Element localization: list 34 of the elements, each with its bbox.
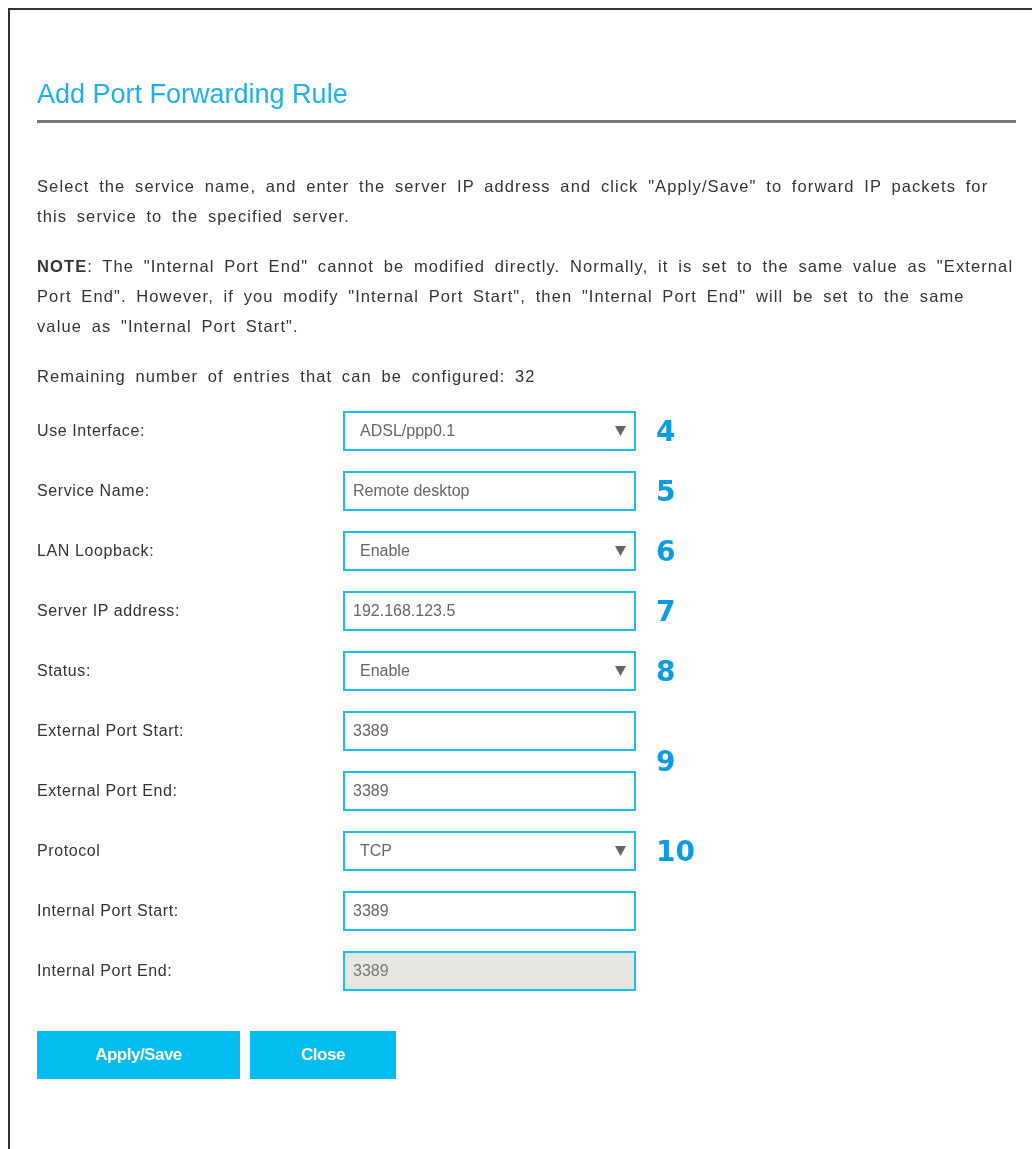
dropdown-arrow-icon (615, 666, 626, 676)
instruction-text: Select the service name, and enter the server IP address and click "Apply/Save" to forward IP packets for this service to the specified server. (37, 176, 990, 227)
field-label: Status: (37, 662, 91, 680)
field-label: External Port End: (37, 782, 178, 800)
input-field[interactable]: 3389 (343, 711, 636, 751)
annotation-number: 9 (656, 744, 676, 778)
input-field[interactable]: 192.168.123.5 (343, 591, 636, 631)
annotation-number: 10 (656, 834, 695, 868)
instruction-text: Remaining number of entries that can be configured: 32 (37, 366, 537, 387)
field-label: Internal Port End: (37, 962, 173, 980)
page-title: Add Port Forwarding Rule (37, 78, 348, 110)
annotation-number: 4 (656, 414, 676, 448)
field-label: LAN Loopback: (37, 542, 155, 560)
dropdown[interactable]: ADSL/ppp0.1 (343, 411, 636, 451)
dropdown[interactable]: Enable (343, 531, 636, 571)
field-label: Protocol (37, 842, 101, 860)
field-label: Service Name: (37, 482, 150, 500)
dropdown-arrow-icon (615, 846, 626, 856)
annotation-number: 5 (656, 474, 676, 508)
field-label: Use Interface: (37, 422, 145, 440)
annotation-number: 6 (656, 534, 676, 568)
input-field[interactable]: 3389 (343, 771, 636, 811)
annotation-number: 7 (656, 594, 676, 628)
input-field[interactable]: 3389 (343, 891, 636, 931)
instruction-text: NOTE: The "Internal Port End" cannot be modified directly. Normally, it is set to the same value as "External Port End". However, if you modify "Internal Port Start", then "Internal Port End" will be set to the same value as "Internal Port Start". (37, 256, 1015, 337)
annotation-number: 8 (656, 654, 676, 688)
dropdown-arrow-icon (615, 546, 626, 556)
dropdown[interactable]: Enable (343, 651, 636, 691)
dropdown[interactable]: TCP (343, 831, 636, 871)
field-label: Server IP address: (37, 602, 180, 620)
dropdown-arrow-icon (615, 426, 626, 436)
input-field[interactable]: Remote desktop (343, 471, 636, 511)
field-label: External Port Start: (37, 722, 185, 740)
field-label: Internal Port Start: (37, 902, 179, 920)
